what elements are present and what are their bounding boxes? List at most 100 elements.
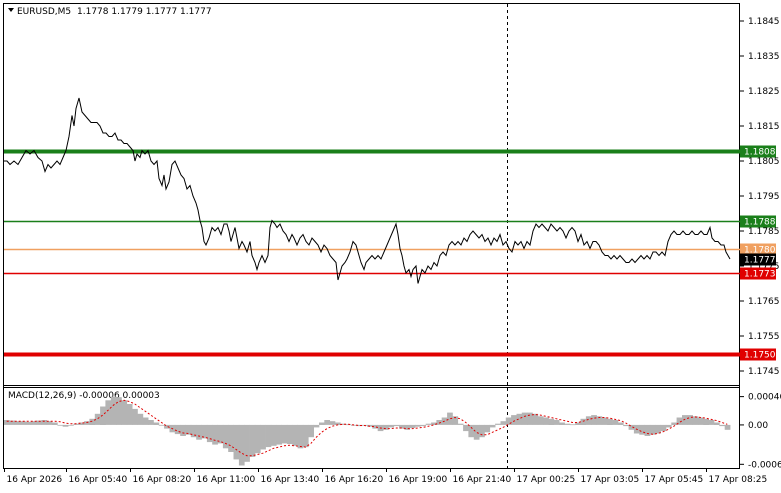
macd-hist-bar <box>724 424 731 430</box>
price-tick-label: 1.1755 <box>748 332 780 342</box>
macd-hist-bar <box>110 396 117 425</box>
macd-hist-bar <box>174 424 181 435</box>
time-tick-label: 16 Apr 11:00 <box>197 475 256 485</box>
macd-hist-bar <box>425 423 432 425</box>
macd-hist-bar <box>665 424 672 428</box>
time-axis[interactable]: 16 Apr 2026 16 Apr 05:40 16 Apr 08:20 16 Ap… <box>4 468 768 485</box>
macd-hist-bar <box>324 420 330 425</box>
price-tick-label: 1.1845 <box>748 17 780 27</box>
macd-hist-bar <box>553 420 560 425</box>
price-tick-label: 1.1815 <box>748 122 780 132</box>
macd-hist-bar <box>393 424 400 427</box>
ohlc-values: 1.1778 1.1779 1.1777 1.1777 <box>77 7 212 17</box>
macd-hist-bar <box>254 424 261 454</box>
chevron-down-icon[interactable] <box>8 8 14 12</box>
macd-hist-bar <box>158 424 165 426</box>
macd-hist-bar <box>14 421 21 425</box>
macd-hist-bar <box>196 424 202 440</box>
macd-hist-bar <box>559 422 565 425</box>
macd-hist-bar <box>52 422 58 425</box>
macd-hist-bar <box>302 424 309 448</box>
macd-hist-bar <box>30 421 37 425</box>
macd-hist-bar <box>388 424 395 428</box>
macd-hist-bar <box>719 424 725 427</box>
macd-hist-bar <box>249 424 256 457</box>
time-tick-label: 17 Apr 05:45 <box>645 475 704 485</box>
macd-hist-bar <box>484 424 491 433</box>
macd-hist-bar <box>100 406 106 425</box>
macd-tick-label: 0.00 <box>748 421 768 431</box>
level-price-label: 1.1750 <box>744 351 776 361</box>
current-price-marker: 1.1777 <box>740 253 776 266</box>
price-tick-label: 1.1795 <box>748 192 780 202</box>
macd-hist-bar <box>281 424 288 444</box>
macd-histogram <box>4 396 731 466</box>
macd-hist-bar <box>617 422 624 425</box>
time-tick-label: 16 Apr 05:40 <box>69 475 128 485</box>
macd-hist-bar <box>238 424 245 466</box>
macd-hist-bar <box>57 424 64 426</box>
macd-hist-bar <box>714 422 720 425</box>
macd-hist-bar <box>84 421 90 425</box>
horizontal-levels: 1.18081.17881.17801.17731.1750 <box>4 145 776 361</box>
macd-hist-bar <box>308 424 314 438</box>
level-price-label: 1.1788 <box>744 218 776 228</box>
macd-hist-bar <box>132 408 138 425</box>
macd-hist-bar <box>137 413 144 425</box>
macd-hist-bar <box>591 415 597 425</box>
macd-hist-bar <box>548 418 555 425</box>
macd-hist-bar <box>20 421 26 425</box>
macd-hist-bar <box>148 420 154 425</box>
macd-hist-bar <box>142 417 149 425</box>
macd-hist-bar <box>62 424 69 427</box>
macd-hist-bar <box>420 424 427 427</box>
macd-hist-bar <box>569 424 576 426</box>
macd-hist-bar <box>68 424 74 426</box>
macd-hist-bar <box>244 424 250 462</box>
macd-hist-bar <box>649 424 656 435</box>
macd-hist-bar <box>612 420 619 425</box>
macd-hist-bar <box>206 424 213 443</box>
macd-hist-bar <box>415 424 421 427</box>
macd-hist-bar <box>313 424 320 428</box>
macd-hist-bar <box>505 417 512 425</box>
macd-hist-bar <box>212 424 218 445</box>
chart-window[interactable]: EURUSD,M5 1.1778 1.1779 1.1777 1.1777 1.… <box>0 0 781 489</box>
macd-hist-bar <box>479 424 485 438</box>
level-price-label: 1.1773 <box>744 270 776 280</box>
macd-hist-bar <box>532 413 539 425</box>
price-axis[interactable]: 1.1845 1.1835 1.1825 1.1815 1.1805 1.1795 1.17… <box>740 17 780 377</box>
macd-hist-bar <box>126 404 133 425</box>
macd-label: MACD(12,26,9) -0.00006 0.00003 <box>8 391 160 401</box>
macd-hist-bar <box>671 422 677 425</box>
macd-hist-bar <box>228 424 234 452</box>
price-line <box>4 97 731 284</box>
macd-hist-bar <box>180 424 186 436</box>
price-tick-label: 1.1745 <box>748 367 780 377</box>
price-tick-label: 1.1835 <box>748 52 780 62</box>
level-price-label: 1.1808 <box>744 148 776 158</box>
macd-hist-bar <box>708 420 715 425</box>
macd-hist-bar <box>564 423 571 425</box>
time-tick-label: 16 Apr 16:20 <box>325 475 384 485</box>
time-tick-label: 17 Apr 03:05 <box>581 475 640 485</box>
macd-hist-bar <box>121 400 128 425</box>
macd-hist-bar <box>297 424 304 449</box>
macd-hist-bar <box>687 415 693 425</box>
macd-hist-bar <box>585 416 592 425</box>
macd-hist-bar <box>521 412 528 425</box>
macd-hist-bar <box>644 424 651 436</box>
macd-hist-bar <box>276 424 282 445</box>
price-tick-label: 1.1805 <box>748 157 780 167</box>
macd-hist-bar <box>537 416 544 425</box>
macd-hist-bar <box>457 423 464 425</box>
macd-hist-bar <box>270 424 277 446</box>
macd-hist-bar <box>292 424 298 446</box>
macd-hist-bar <box>233 424 240 460</box>
chart-canvas[interactable]: EURUSD,M5 1.1778 1.1779 1.1777 1.1777 1.… <box>0 0 781 489</box>
macd-hist-bar <box>319 422 325 425</box>
macd-hist-bar <box>25 421 32 425</box>
macd-hist-bar <box>489 424 496 428</box>
macd-hist-bar <box>607 418 613 425</box>
macd-hist-bar <box>105 400 112 425</box>
